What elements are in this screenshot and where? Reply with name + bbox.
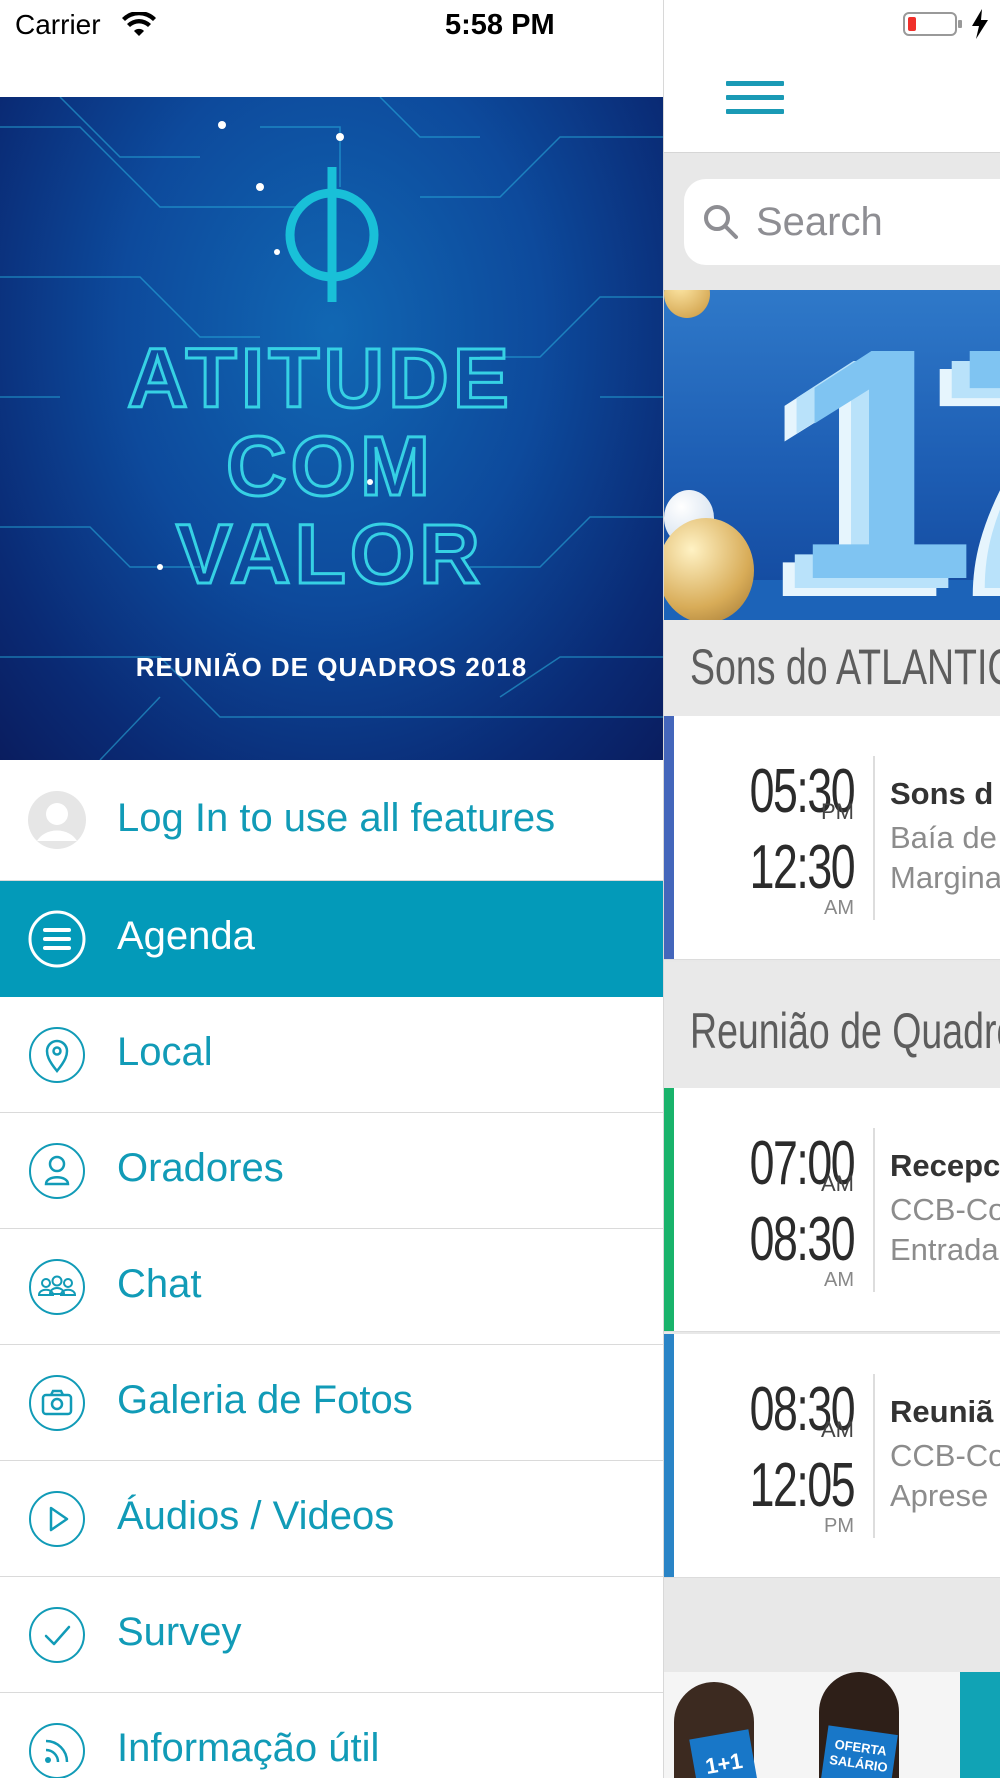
balloon-decoration [664,290,710,318]
event-row[interactable]: 07:00AM 08:30AM Recepc CCB-Co Entrada [664,1088,1000,1332]
event-start-ampm: AM [821,1417,854,1442]
event-end-ampm: AM [824,897,854,919]
event-color-bar [664,716,674,959]
menu-item-chat[interactable]: Chat [0,1229,663,1345]
menu-item-local[interactable]: Local [0,997,663,1113]
battery-icon [903,12,962,36]
event-color-bar [664,1088,674,1331]
agenda-panel: 17 Sons do ATLANTICO 05:30PM 12:30AM Son… [663,0,1000,1778]
menu-item-label: Survey [117,1610,242,1654]
event-end-time: 12:30 [749,833,855,902]
login-row[interactable]: Log In to use all features [0,760,663,881]
event-times: 05:30PM 12:30AM [704,756,855,919]
event-color-bar [664,1334,674,1577]
logo-text-line3: VALOR [176,507,484,601]
list-icon [28,910,86,968]
event-title: Recepc [890,1148,1000,1183]
event-logo-banner: ATITUDE COM VALOR REUNIÃO DE QUADROS 201… [0,97,663,760]
event-end-time: 08:30 [749,1205,855,1274]
menu-item-oradores[interactable]: Oradores [0,1113,663,1229]
promo-banner[interactable]: 17 [664,290,1000,620]
event-divider [873,1374,875,1538]
person-icon [29,1143,85,1199]
clock: 5:58 PM [445,9,555,41]
event-divider [873,1128,875,1292]
search-bar[interactable] [684,179,1000,265]
section-title: Sons do ATLANTICO [690,639,1000,695]
menu-item-audios-videos[interactable]: Áudios / Videos [0,1461,663,1577]
menu-item-label: Local [117,1030,213,1074]
menu-item-label: Galeria de Fotos [117,1378,413,1422]
event-location: CCB-Co [890,1192,1000,1227]
wifi-icon [122,12,156,36]
event-description: Entrada [890,1232,999,1267]
event-row[interactable]: 08:30AM 12:05PM Reuniã CCB-Co Aprese [664,1334,1000,1578]
event-end-ampm: PM [824,1515,854,1537]
ad-banner[interactable]: 1+1 OFERTA SALÁRIO [664,1672,1000,1778]
login-label: Log In to use all features [117,796,556,840]
event-start-ampm: PM [821,799,854,824]
event-times: 07:00AM 08:30AM [704,1128,855,1291]
play-icon [29,1491,85,1547]
event-title: Reuniã [890,1394,994,1429]
event-location: Baía de [890,820,997,855]
menu-item-agenda[interactable]: Agenda [0,881,663,997]
balloon-decoration [664,518,754,620]
section-title: Reunião de Quadros [690,1003,1000,1059]
search-icon [704,205,738,239]
event-end-time: 12:05 [749,1451,855,1520]
logo-text-line2: COM [226,419,434,513]
status-bar: Carrier 5:58 PM [0,0,1000,52]
menu-item-label: Chat [117,1262,202,1306]
event-location: CCB-Co [890,1438,1000,1473]
carrier-label: Carrier [15,9,101,40]
logo-text-line1: ATITUDE [127,331,513,425]
menu-item-label: Oradores [117,1146,284,1190]
section-header: Reunião de Quadros [664,962,1000,1088]
group-icon [29,1259,85,1315]
event-start-ampm: AM [821,1171,854,1196]
screen: Carrier 5:58 PM Search 1 Sons do ATLANTI… [0,0,1000,1778]
menu-item-label: Agenda [117,914,255,958]
charging-bolt-icon [972,9,988,39]
avatar-placeholder-icon [28,791,86,849]
ad-card: OFERTA SALÁRIO [820,1725,898,1778]
menu-item-label: Áudios / Videos [117,1494,395,1538]
event-divider [873,756,875,920]
menu-item-galeria-de-fotos[interactable]: Galeria de Fotos [0,1345,663,1461]
event-row[interactable]: 05:30PM 12:30AM Sons d Baía de Margina [664,716,1000,960]
event-end-ampm: AM [824,1269,854,1291]
rss-icon [29,1723,85,1778]
search-input[interactable] [756,197,996,247]
map-pin-icon [29,1027,85,1083]
ad-accent-panel [960,1672,1000,1778]
event-times: 08:30AM 12:05PM [704,1374,855,1537]
menu-item-survey[interactable]: Survey [0,1577,663,1693]
check-icon [29,1607,85,1663]
section-header: Sons do ATLANTICO [664,620,1000,716]
event-caption: REUNIÃO DE QUADROS 2018 [135,652,528,682]
event-title: Sons d [890,776,994,811]
side-drawer: ATITUDE COM VALOR REUNIÃO DE QUADROS 201… [0,0,663,1778]
banner-number: 17 [792,290,1000,620]
event-description: Aprese [890,1478,989,1513]
menu-item-label: Informação útil [117,1726,380,1770]
hamburger-menu-icon[interactable] [726,81,784,121]
event-description: Margina [890,860,1000,895]
menu-item-informacao-util[interactable]: Informação útil [0,1693,663,1778]
camera-icon [29,1375,85,1431]
